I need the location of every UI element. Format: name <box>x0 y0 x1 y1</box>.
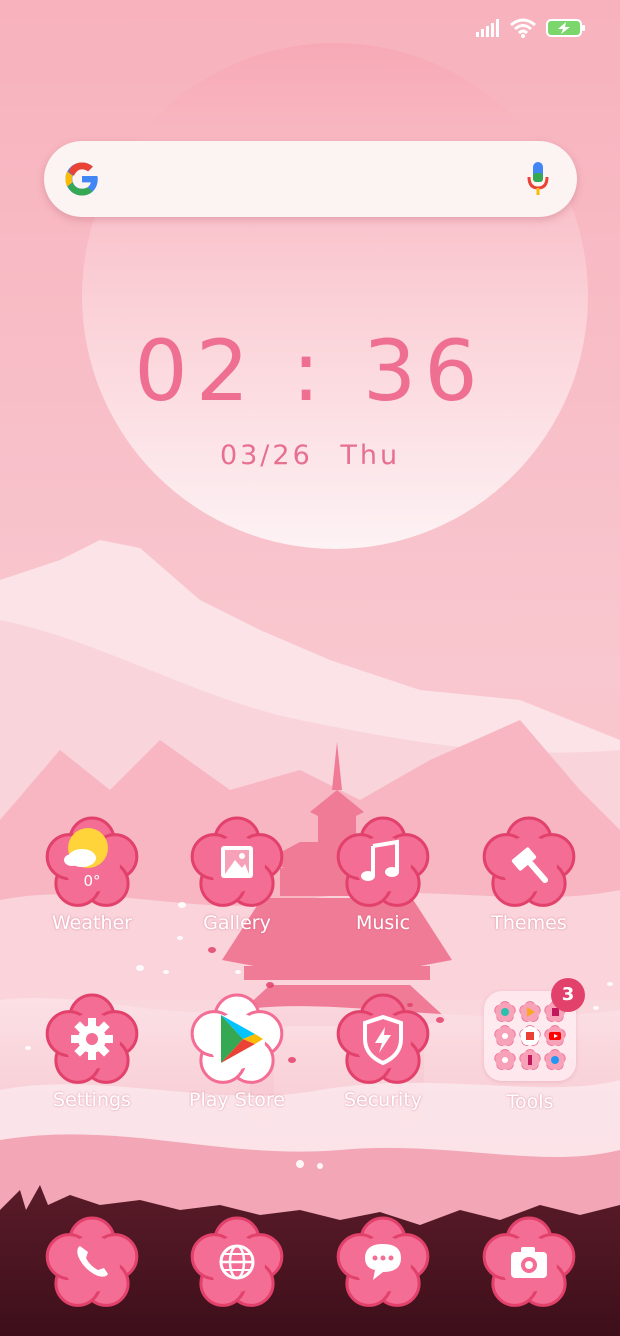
gallery-icon <box>190 816 284 907</box>
google-logo <box>65 162 98 196</box>
weather-icon: 0° <box>45 816 139 907</box>
app-label: Music <box>355 912 411 934</box>
app-label: Gallery <box>203 912 271 934</box>
app-label: Play Store <box>189 1089 285 1111</box>
clock-time[interactable]: 02 : 36 <box>0 322 620 420</box>
app-label: Tools <box>506 1091 554 1113</box>
play-store-icon <box>190 993 284 1084</box>
themes-icon <box>482 816 576 907</box>
wifi-icon <box>510 18 536 38</box>
home-screen: 02 : 36 03/26 Thu 0° Weather Gallery Mus… <box>0 0 620 1336</box>
music-icon <box>336 816 430 907</box>
app-gallery[interactable]: Gallery <box>167 812 307 962</box>
day-value: Thu <box>340 440 401 471</box>
phone-icon <box>45 1216 139 1307</box>
gear-icon <box>45 993 139 1084</box>
google-search-bar[interactable] <box>44 141 577 217</box>
folder-app-icon <box>544 1049 566 1070</box>
app-music[interactable]: Music <box>313 812 453 962</box>
app-play-store[interactable]: Play Store <box>167 989 307 1139</box>
weather-temp: 0° <box>83 872 100 890</box>
dock-browser[interactable] <box>167 1212 307 1312</box>
camera-icon <box>482 1216 576 1307</box>
folder-app-icon <box>494 1025 516 1046</box>
dock-camera[interactable] <box>459 1212 599 1312</box>
folder-app-icon <box>494 1001 516 1022</box>
app-label: Security <box>343 1089 423 1111</box>
folder-app-icon <box>494 1049 516 1070</box>
dock-messages[interactable] <box>313 1212 453 1312</box>
folder-app-icon <box>519 1049 541 1070</box>
app-label: Weather <box>52 912 132 934</box>
clock-date[interactable]: 03/26 Thu <box>0 440 620 471</box>
app-themes[interactable]: Themes <box>459 812 599 962</box>
security-icon <box>336 993 430 1084</box>
app-settings[interactable]: Settings <box>22 989 162 1139</box>
signal-icon <box>476 19 499 37</box>
dock-phone[interactable] <box>22 1212 162 1312</box>
microphone-icon[interactable] <box>527 161 549 197</box>
notification-badge: 3 <box>551 978 585 1012</box>
folder-app-icon <box>519 1025 541 1046</box>
messages-icon <box>336 1216 430 1307</box>
youtube-icon <box>544 1025 566 1046</box>
battery-charging-icon <box>546 19 585 37</box>
app-label: Themes <box>491 912 567 934</box>
date-value: 03/26 <box>219 440 313 471</box>
browser-icon <box>190 1216 284 1307</box>
app-weather[interactable]: 0° Weather <box>22 812 162 962</box>
status-bar <box>476 14 586 42</box>
app-security[interactable]: Security <box>313 989 453 1139</box>
app-label: Settings <box>53 1089 131 1111</box>
folder-app-icon <box>519 1001 541 1022</box>
